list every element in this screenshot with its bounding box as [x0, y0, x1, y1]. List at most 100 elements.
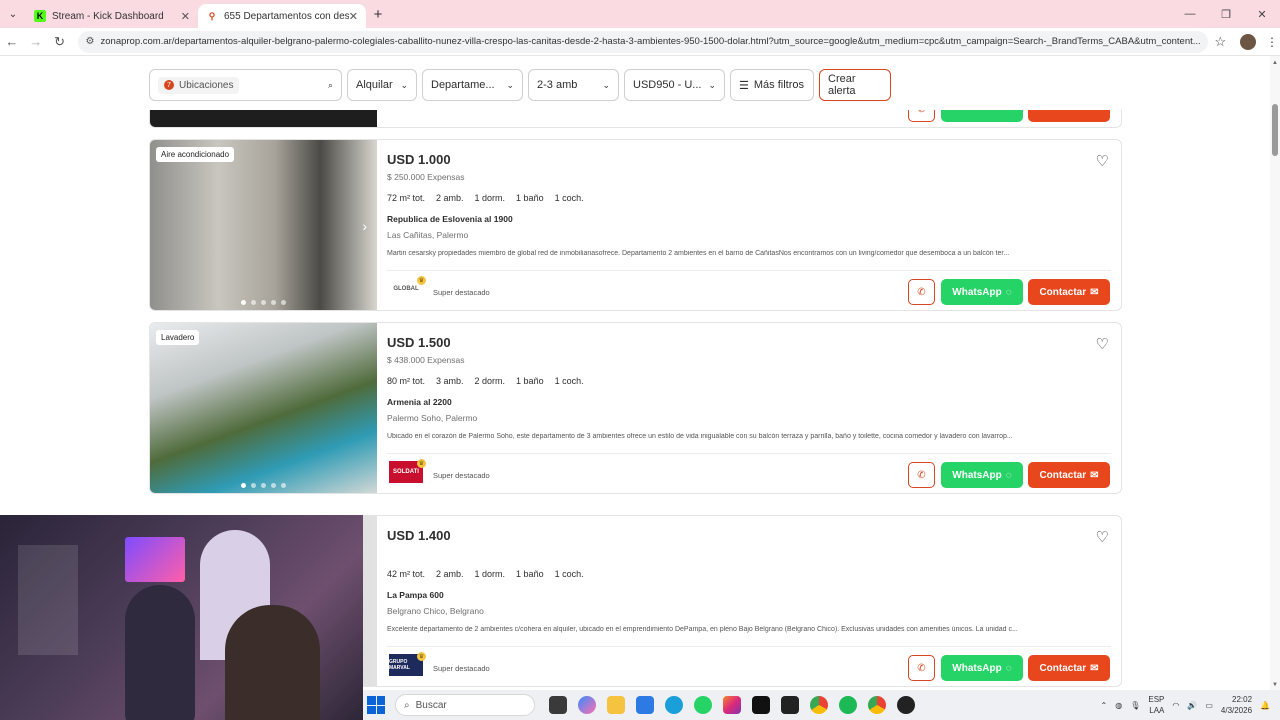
phone-button[interactable]: ✆	[908, 279, 935, 305]
listing-description[interactable]: Excelente departamento de 2 ambientes c/…	[387, 626, 1087, 633]
chevron-down-icon: ⌄	[506, 79, 514, 90]
taskbar-search[interactable]: ⌕ Buscar	[395, 694, 535, 716]
whatsapp-button[interactable]: WhatsApp ◌	[941, 279, 1023, 305]
close-icon[interactable]: ✕	[349, 10, 358, 23]
record-app-icon[interactable]	[897, 696, 915, 714]
operation-select[interactable]: Alquilar ⌄	[347, 69, 417, 101]
scrollbar-thumb[interactable]	[1272, 104, 1278, 156]
tiktok-icon[interactable]	[752, 696, 770, 714]
page-scrollbar[interactable]: ▲ ▼	[1270, 56, 1280, 690]
site-info-icon[interactable]: ⚙	[86, 36, 95, 47]
phone-button[interactable]: ✆	[908, 655, 935, 681]
favorite-heart-icon[interactable]: ♡	[1096, 528, 1109, 546]
tab-zonaprop[interactable]: ⚲ 655 Departamentos con desde ✕	[198, 4, 366, 28]
whatsapp-icon: ◌	[1005, 662, 1012, 674]
rooms-select[interactable]: 2-3 amb ⌄	[528, 69, 619, 101]
listing-address[interactable]: La Pampa 600	[387, 590, 444, 600]
phone-button[interactable]: ✆	[908, 462, 935, 488]
listing-neighborhood: Belgrano Chico, Belgrano	[387, 606, 484, 616]
feature-bedrooms: 2 dorm.	[474, 376, 506, 386]
minimize-icon[interactable]: —	[1172, 0, 1208, 28]
whatsapp-app-icon[interactable]	[694, 696, 712, 714]
favorite-heart-icon[interactable]: ♡	[1096, 335, 1109, 353]
taskbar-clock[interactable]: 22:02 4/3/2026	[1221, 694, 1252, 716]
feature-bathrooms: 1 baño	[516, 376, 544, 386]
search-icon: ⌕	[404, 699, 410, 711]
capcut-icon[interactable]	[781, 696, 799, 714]
listing-photo[interactable]: Lavadero	[150, 323, 377, 493]
reload-icon[interactable]: ↻	[48, 34, 72, 50]
listing-neighborhood: Las Cañitas, Palermo	[387, 230, 469, 240]
contact-button[interactable]: Contactar ✉	[1028, 462, 1110, 488]
tab-kick-dashboard[interactable]: K Stream - Kick Dashboard ✕	[26, 4, 198, 28]
copilot-icon[interactable]	[578, 696, 596, 714]
volume-icon[interactable]: 🔊	[1187, 701, 1197, 710]
feature-rooms: 2 amb.	[436, 569, 464, 579]
chrome-profile-icon[interactable]	[868, 696, 886, 714]
instagram-icon[interactable]	[723, 696, 741, 714]
file-explorer-icon[interactable]	[607, 696, 625, 714]
profile-avatar[interactable]	[1240, 33, 1257, 50]
contact-button[interactable]: Contactar ✉	[1028, 279, 1110, 305]
favorite-heart-icon[interactable]: ♡	[1096, 152, 1109, 170]
whatsapp-button[interactable]: WhatsApp ◌	[941, 462, 1023, 488]
back-icon[interactable]: ←	[0, 34, 24, 49]
whatsapp-label: WhatsApp	[952, 286, 1002, 298]
listing-tier: Super destacado	[433, 471, 490, 480]
create-alert-button[interactable]: Crear alerta	[819, 69, 891, 101]
listing-features: 80 m² tot. 3 amb. 2 dorm. 1 baño 1 coch.	[387, 376, 584, 386]
scroll-up-icon[interactable]: ▲	[1270, 60, 1280, 66]
restore-icon[interactable]: ❐	[1208, 0, 1244, 28]
wifi-icon[interactable]: ◠	[1172, 701, 1179, 710]
divider	[387, 646, 1111, 647]
listing-card[interactable]: Aire acondicionado › USD 1.000 $ 250.000…	[149, 139, 1122, 311]
new-tab-button[interactable]: +	[366, 6, 390, 23]
property-type-select[interactable]: Departame... ⌄	[422, 69, 523, 101]
photos-icon[interactable]	[636, 696, 654, 714]
feature-rooms: 3 amb.	[436, 376, 464, 386]
location-chip[interactable]: 7 Ubicaciones	[158, 76, 240, 94]
listing-price: USD 1.400	[387, 528, 451, 543]
clock-date: 4/3/2026	[1220, 706, 1253, 715]
task-view-icon[interactable]	[549, 696, 567, 714]
battery-icon[interactable]: ▭	[1205, 701, 1213, 710]
listing-info: USD 1.400 42 m² tot. 2 amb. 1 dorm. 1 ba…	[387, 516, 1121, 686]
bookmark-star-icon[interactable]: ☆	[1208, 34, 1232, 50]
forward-icon[interactable]: →	[24, 34, 48, 49]
search-icon[interactable]: ⌕	[328, 80, 333, 91]
whatsapp-icon: ◌	[1005, 469, 1012, 481]
more-filters-button[interactable]: ☰ Más filtros	[730, 69, 814, 101]
contact-button[interactable]: Contactar ✉	[1028, 655, 1110, 681]
whatsapp-button[interactable]: WhatsApp ◌	[941, 655, 1023, 681]
listing-description[interactable]: Ubicado en el corazón de Palermo Soho, e…	[387, 433, 1087, 440]
webcam-shelf	[18, 545, 78, 655]
menu-kebab-icon[interactable]: ⋮	[1264, 35, 1280, 49]
listing-description[interactable]: Martin cesarsky propiedades miembro de g…	[387, 250, 1087, 257]
listing-address[interactable]: Armenia al 2200	[387, 397, 452, 407]
address-bar[interactable]: ⚙ zonaprop.com.ar/departamentos-alquiler…	[77, 30, 1209, 53]
network-icon[interactable]: ◍	[1115, 701, 1122, 710]
feature-garage: 1 coch.	[554, 569, 584, 579]
mic-icon[interactable]: 🎙	[1130, 701, 1140, 710]
listing-address[interactable]: Republica de Eslovenia al 1900	[387, 214, 513, 224]
scroll-down-icon[interactable]: ▼	[1270, 682, 1280, 688]
listing-photo[interactable]: Aire acondicionado ›	[150, 140, 377, 310]
tray-chevron-icon[interactable]: ⌃	[1101, 701, 1108, 710]
spotify-icon[interactable]	[839, 696, 857, 714]
close-window-icon[interactable]: ✕	[1244, 0, 1280, 28]
sliders-icon: ☰	[739, 79, 749, 92]
windows-start-icon[interactable]	[367, 696, 385, 714]
tab-search-icon[interactable]: ⌄	[0, 0, 26, 28]
mail-icon: ✉	[1090, 662, 1099, 674]
zonaprop-icon: ⚲	[208, 10, 216, 21]
close-icon[interactable]: ✕	[181, 10, 190, 23]
edge-icon[interactable]	[665, 696, 683, 714]
chrome-icon[interactable]	[810, 696, 828, 714]
location-input[interactable]: 7 Ubicaciones ⌕	[149, 69, 342, 101]
next-photo-icon[interactable]: ›	[362, 218, 367, 234]
keyboard-language[interactable]: ESP LAA	[1148, 694, 1164, 716]
listing-card[interactable]: Lavadero USD 1.500 $ 438.000 Expensas 80…	[149, 322, 1122, 494]
notifications-icon[interactable]: 🔔	[1260, 701, 1270, 710]
create-alert-label: Crear alerta	[828, 73, 856, 97]
price-select[interactable]: USD950 - U... ⌄	[624, 69, 725, 101]
